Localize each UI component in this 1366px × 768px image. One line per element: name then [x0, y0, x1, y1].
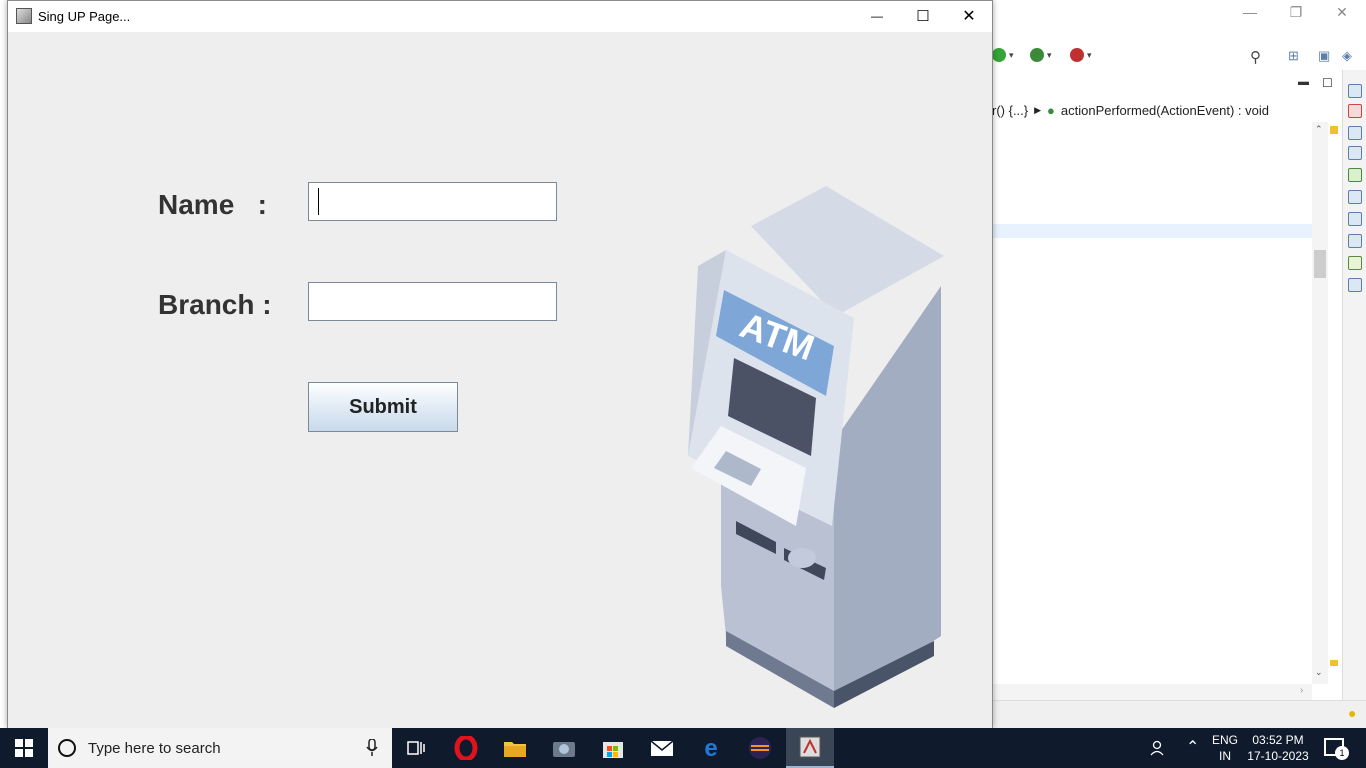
clock[interactable]: 03:52 PM 17-10-2023: [1244, 732, 1312, 764]
region-code: IN: [1219, 749, 1231, 763]
code-editor[interactable]: [992, 122, 1312, 684]
ide-minimize-button[interactable]: —: [1227, 0, 1273, 24]
opera-icon[interactable]: [442, 728, 490, 768]
taskbar-search-box[interactable]: Type here to search: [48, 728, 392, 768]
taskbar: Type here to search e ⌃ ENG IN 03:52 PM: [0, 728, 1366, 768]
branch-input[interactable]: [308, 282, 557, 321]
microphone-icon[interactable]: [366, 739, 378, 757]
editor-horizontal-scrollbar[interactable]: ›: [992, 684, 1312, 700]
file-explorer-icon[interactable]: [491, 728, 539, 768]
scroll-right-icon[interactable]: ›: [1300, 685, 1303, 696]
palette-icon[interactable]: [1348, 168, 1362, 182]
branch-label: Branch :: [158, 289, 272, 320]
javadoc-icon[interactable]: [1348, 256, 1362, 270]
view-minimize-icon[interactable]: ▬: [1298, 76, 1309, 88]
signup-window: Sing UP Page... — ☐ ✕ Name : Branch : Su…: [7, 0, 993, 728]
scroll-up-icon[interactable]: ⌃: [1315, 124, 1323, 135]
input-language[interactable]: ENG IN: [1206, 732, 1244, 764]
window-title: Sing UP Page...: [38, 9, 131, 24]
desktop: — ❐ ✕ ▾ ▾ ▾ ⚲ ⊞ ▣ ◈ ▬ ☐ r() {...} ▶ ● ac…: [0, 0, 1366, 728]
console-icon[interactable]: [1348, 212, 1362, 226]
ide-close-button[interactable]: ✕: [1319, 0, 1365, 24]
external-tools-icon[interactable]: ▾: [1070, 48, 1092, 62]
scrollbar-thumb[interactable]: [1314, 250, 1326, 278]
overview-marker: [1330, 660, 1338, 666]
search-icon[interactable]: ⚲: [1250, 48, 1261, 66]
lightbulb-icon[interactable]: ●: [1348, 705, 1356, 721]
problems-icon[interactable]: [1348, 104, 1362, 118]
maximize-button[interactable]: ☐: [900, 1, 946, 31]
java-perspective-icon[interactable]: ▣: [1318, 48, 1330, 64]
people-icon[interactable]: [1150, 739, 1168, 757]
task-view-icon[interactable]: [392, 728, 440, 768]
search-placeholder: Type here to search: [88, 740, 221, 757]
java-app-taskbar-icon[interactable]: [786, 728, 834, 768]
scroll-down-icon[interactable]: ⌄: [1315, 667, 1323, 678]
debug-perspective-icon[interactable]: ◈: [1342, 48, 1352, 64]
clock-date: 17-10-2023: [1247, 749, 1309, 763]
run-icon[interactable]: ▾: [992, 48, 1014, 62]
cortana-icon: [58, 739, 76, 757]
ide-restore-button[interactable]: ❐: [1273, 0, 1319, 24]
declaration-icon[interactable]: [1348, 278, 1362, 292]
java-app-icon[interactable]: [16, 8, 32, 24]
properties-icon[interactable]: [1348, 190, 1362, 204]
notification-badge: 1: [1335, 746, 1349, 760]
chevron-right-icon: ▶: [1034, 104, 1042, 115]
current-line-highlight: [992, 224, 1312, 238]
start-button[interactable]: [0, 728, 48, 768]
maximize-icon: ☐: [916, 8, 930, 25]
close-icon: ✕: [962, 8, 976, 25]
submit-button[interactable]: Submit: [308, 382, 458, 432]
edge-icon[interactable]: e: [687, 728, 735, 768]
ide-side-toolbar: [1342, 70, 1366, 710]
outline-icon[interactable]: [1348, 126, 1362, 140]
view-maximize-icon[interactable]: ☐: [1322, 76, 1333, 90]
clock-time: 03:52 PM: [1252, 733, 1304, 747]
name-input[interactable]: [308, 182, 557, 221]
ide-status-bar: ●: [992, 700, 1366, 728]
windows-icon: [15, 739, 33, 757]
editor-vertical-scrollbar[interactable]: ⌃ ⌄: [1312, 122, 1328, 684]
show-hidden-icons[interactable]: ⌃: [1186, 737, 1199, 757]
hierarchy-icon[interactable]: [1348, 146, 1362, 160]
content-pane: Name : Branch : Submit ATM: [8, 32, 992, 728]
open-perspective-icon[interactable]: ⊞: [1288, 48, 1299, 64]
restore-icon[interactable]: [1348, 84, 1362, 98]
minimize-icon: —: [871, 9, 883, 23]
method-icon: ●: [1047, 102, 1055, 118]
camera-icon[interactable]: [540, 728, 588, 768]
annotation-marker: [1330, 126, 1338, 134]
text-caret: [318, 188, 319, 215]
eclipse-icon[interactable]: [736, 728, 784, 768]
svg-text:e: e: [704, 736, 717, 760]
mail-icon[interactable]: [638, 728, 686, 768]
breadcrumb: r() {...} ▶ ● actionPerformed(ActionEven…: [992, 100, 1312, 120]
tasks-icon[interactable]: [1348, 234, 1362, 248]
atm-illustration: ATM: [688, 186, 944, 708]
name-label: Name :: [158, 189, 267, 220]
store-icon[interactable]: [589, 728, 637, 768]
language-code: ENG: [1211, 733, 1238, 747]
breadcrumb-constructor[interactable]: r() {...}: [992, 103, 1028, 118]
breadcrumb-method[interactable]: actionPerformed(ActionEvent) : void: [1061, 103, 1269, 118]
title-bar[interactable]: Sing UP Page... — ☐ ✕: [8, 1, 992, 32]
minimize-button[interactable]: —: [854, 1, 900, 31]
coverage-icon[interactable]: ▾: [1030, 48, 1052, 62]
close-button[interactable]: ✕: [946, 1, 992, 31]
ide-toolbar: ▾ ▾ ▾ ⚲ ⊞ ▣ ◈: [992, 44, 1366, 70]
